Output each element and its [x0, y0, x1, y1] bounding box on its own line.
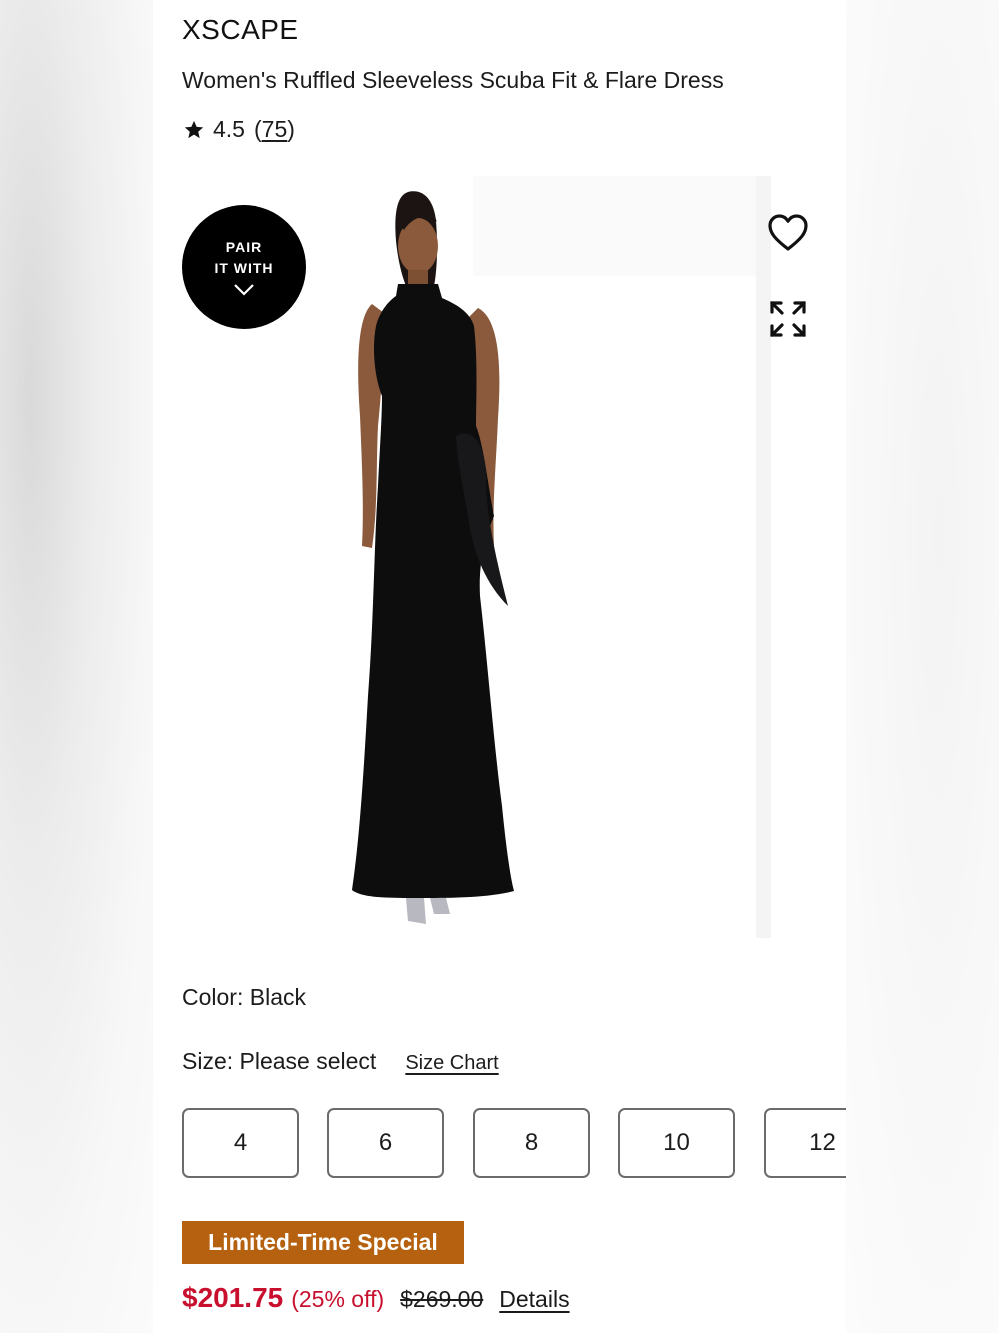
heart-icon[interactable] — [767, 213, 809, 253]
pair-badge-line2: IT WITH — [214, 260, 274, 276]
size-label: Size: Please select — [182, 1048, 377, 1074]
product-title: Women's Ruffled Sleeveless Scuba Fit & F… — [182, 67, 724, 93]
rating-value: 4.5 — [213, 116, 245, 142]
model-photo — [352, 191, 514, 924]
size-option-12[interactable]: 12 — [764, 1108, 846, 1178]
pair-badge-line1: PAIR — [225, 239, 263, 255]
size-row: Size: Please select Size Chart — [182, 1048, 499, 1075]
price-row: $201.75 (25% off) $269.00 Details — [182, 1282, 570, 1314]
size-option-6[interactable]: 6 — [327, 1108, 444, 1178]
details-link[interactable]: Details — [499, 1286, 569, 1313]
star-icon — [184, 120, 204, 138]
discount-percent: (25% off) — [291, 1286, 385, 1312]
sale-price: $201.75 — [182, 1282, 284, 1313]
limited-time-badge: Limited-Time Special — [182, 1221, 464, 1264]
product-page: XSCAPE Women's Ruffled Sleeveless Scuba … — [153, 0, 846, 1333]
size-option-8[interactable]: 8 — [473, 1108, 590, 1178]
color-label: Color: Black — [182, 984, 306, 1010]
left-backdrop — [0, 0, 153, 1333]
review-count-link[interactable]: (75) — [254, 116, 295, 143]
original-price: $269.00 — [400, 1286, 484, 1312]
size-options: 4 6 8 10 12 — [182, 1108, 846, 1178]
size-chart-link[interactable]: Size Chart — [405, 1052, 498, 1075]
pair-it-with-button[interactable]: PAIR IT WITH — [182, 205, 306, 329]
image-scroll-edge — [756, 176, 771, 938]
expand-icon[interactable] — [769, 300, 807, 338]
chevron-down-icon — [234, 284, 254, 296]
rating-summary[interactable]: 4.5 (75) — [183, 116, 295, 143]
size-option-10[interactable]: 10 — [618, 1108, 735, 1178]
review-count[interactable]: 75 — [262, 116, 288, 142]
brand-name[interactable]: XSCAPE — [182, 14, 299, 46]
size-option-4[interactable]: 4 — [182, 1108, 299, 1178]
right-backdrop — [846, 0, 999, 1333]
